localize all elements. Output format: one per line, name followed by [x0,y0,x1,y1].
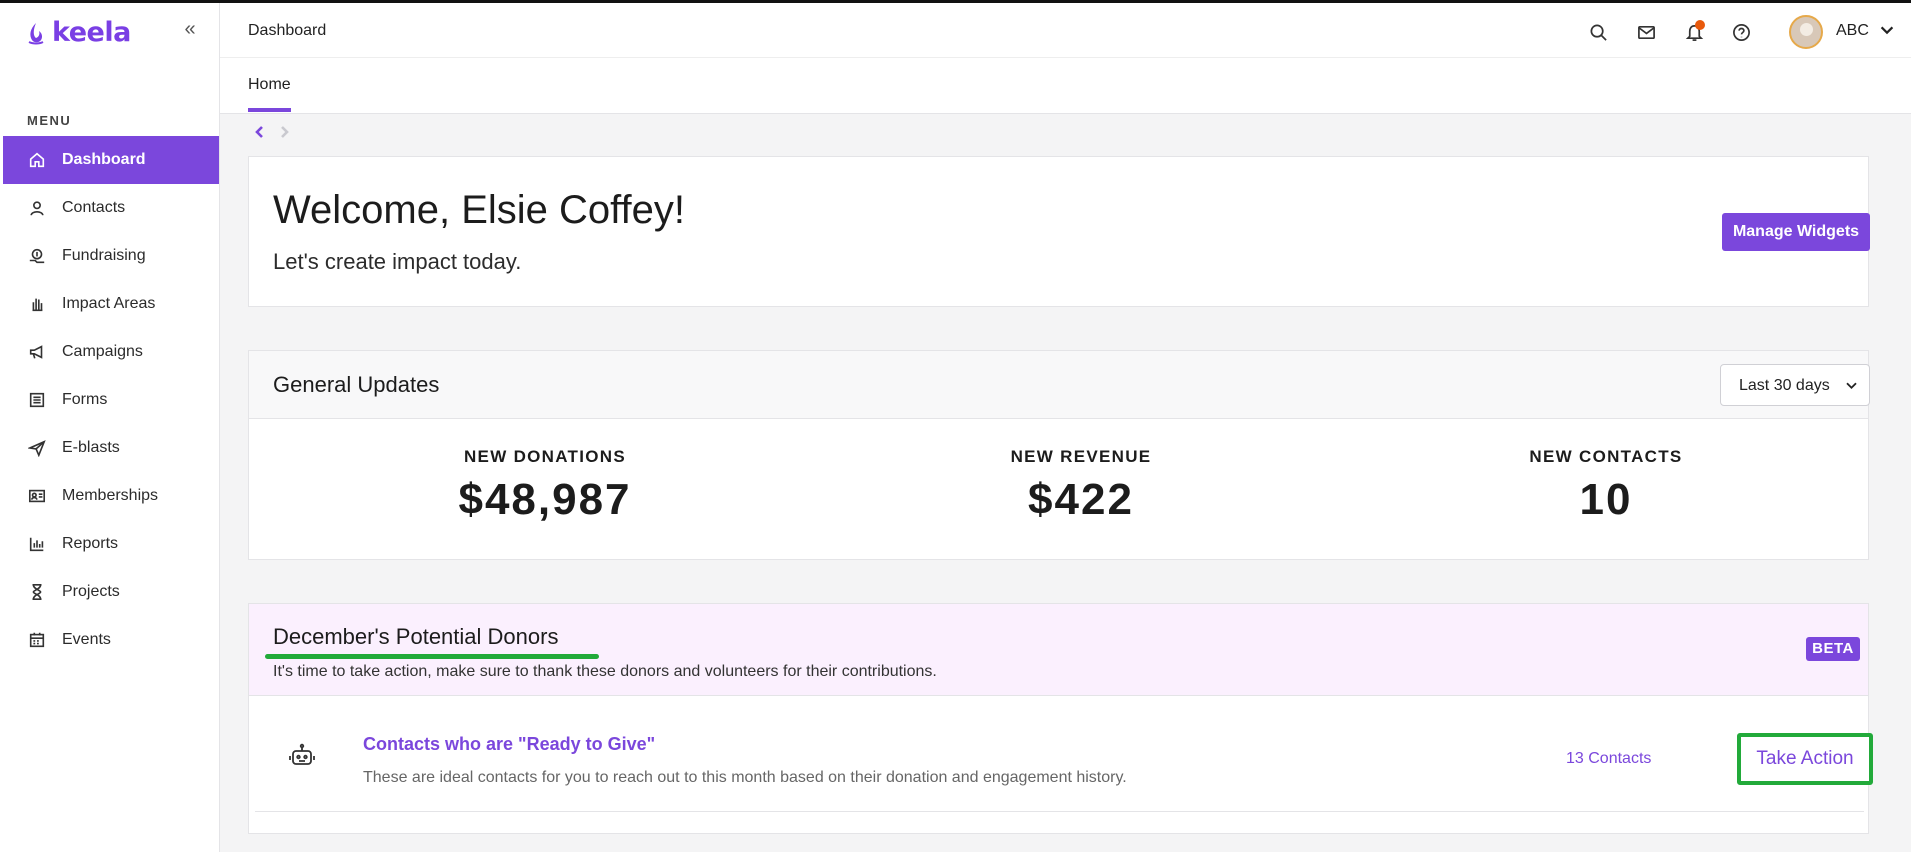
potential-donors-card: December's Potential Donors It's time to… [248,603,1873,834]
help-icon[interactable] [1729,20,1753,44]
calendar-icon [27,630,47,650]
chevron-down-icon [1846,382,1857,390]
bar-chart-icon [27,534,47,554]
mail-icon[interactable] [1634,20,1658,44]
take-action-button[interactable]: Take Action [1737,733,1873,785]
sidebar-item-contacts[interactable]: Contacts [3,184,219,232]
tab-bar: Home [220,58,1911,114]
sidebar-nav: Dashboard Contacts Fundraising Impact Ar… [3,136,219,664]
ready-to-give-description: These are ideal contacts for you to reac… [363,769,1127,786]
sidebar-item-reports[interactable]: Reports [3,520,219,568]
stat-value: $48,987 [458,475,632,524]
tab-home[interactable]: Home [248,76,291,112]
user-icon [27,198,47,218]
sidebar-item-label: E-blasts [62,439,120,456]
general-updates-card: General Updates Last 30 days NEW DONATIO… [248,350,1870,560]
manage-widgets-button[interactable]: Manage Widgets [1722,213,1870,251]
stat-value: 10 [1579,475,1633,524]
welcome-subheading: Let's create impact today. [273,249,522,274]
sidebar-item-projects[interactable]: Projects [3,568,219,616]
search-icon[interactable] [1586,20,1610,44]
updates-title: General Updates [273,372,440,397]
contacts-count-link[interactable]: 13 Contacts [1566,750,1651,768]
chevron-right-icon[interactable] [276,122,292,142]
logo-text: keela [52,17,131,48]
chevron-down-icon[interactable] [1878,21,1898,41]
sidebar: keela « MENU Dashboard Contacts Fundrais… [0,3,220,852]
hand-icon [27,294,47,314]
welcome-heading: Welcome, Elsie Coffey! [273,188,686,232]
stat-label: NEW REVENUE [1010,447,1152,466]
stat-new-revenue: NEW REVENUE $422 [931,447,1231,525]
sidebar-item-label: Forms [62,391,108,408]
sidebar-item-impact-areas[interactable]: Impact Areas [3,280,219,328]
top-header: Dashboard ABC [220,3,1911,58]
sidebar-item-label: Reports [62,535,119,552]
sidebar-item-dashboard[interactable]: Dashboard [3,136,219,184]
sidebar-item-label: Dashboard [62,151,146,168]
paper-plane-icon [27,438,47,458]
sidebar-item-label: Fundraising [62,247,146,264]
user-name[interactable]: ABC [1836,22,1869,40]
donors-header: December's Potential Donors It's time to… [249,604,1868,696]
sidebar-item-label: Projects [62,583,120,600]
keela-logo[interactable]: keela [26,17,131,48]
sidebar-item-fundraising[interactable]: Fundraising [3,232,219,280]
menu-title: MENU [27,113,72,128]
donation-icon [27,246,47,266]
dashboard-pager [252,122,292,142]
stat-new-contacts: NEW CONTACTS 10 [1456,447,1756,525]
donors-title: December's Potential Donors [273,624,559,649]
sidebar-item-label: Events [62,631,111,648]
list-item: Contacts who are "Ready to Give" These a… [255,696,1873,812]
sidebar-item-events[interactable]: Events [3,616,219,664]
home-icon [27,150,47,170]
notification-dot [1695,20,1705,30]
sidebar-item-label: Campaigns [62,343,143,360]
updates-header: General Updates Last 30 days [249,351,1870,419]
chevron-left-icon[interactable] [252,122,268,142]
sidebar-item-forms[interactable]: Forms [3,376,219,424]
sidebar-item-label: Memberships [62,487,159,504]
hourglass-icon [27,582,47,602]
sidebar-item-campaigns[interactable]: Campaigns [3,328,219,376]
form-icon [27,390,47,410]
stat-value: $422 [1028,475,1134,524]
robot-icon [288,742,316,770]
date-range-value: Last 30 days [1739,377,1830,394]
sidebar-item-e-blasts[interactable]: E-blasts [3,424,219,472]
id-card-icon [27,486,47,506]
page-title: Dashboard [248,22,327,39]
ready-to-give-link[interactable]: Contacts who are "Ready to Give" [363,734,655,755]
welcome-card: Welcome, Elsie Coffey! Let's create impa… [248,156,1870,307]
highlight-underline [265,654,599,659]
donors-description: It's time to take action, make sure to t… [273,663,937,680]
date-range-select[interactable]: Last 30 days [1720,364,1870,406]
stat-label: NEW CONTACTS [1529,447,1683,466]
stat-new-donations: NEW DONATIONS $48,987 [395,447,695,525]
sidebar-item-memberships[interactable]: Memberships [3,472,219,520]
keela-logo-icon [28,22,44,44]
bell-icon[interactable] [1682,20,1706,44]
avatar[interactable] [1789,15,1823,49]
sidebar-item-label: Contacts [62,199,126,216]
sidebar-item-label: Impact Areas [62,295,156,312]
stat-label: NEW DONATIONS [463,447,627,466]
megaphone-icon [27,342,47,362]
collapse-sidebar-icon[interactable]: « [180,19,200,39]
beta-badge: BETA [1806,637,1860,661]
